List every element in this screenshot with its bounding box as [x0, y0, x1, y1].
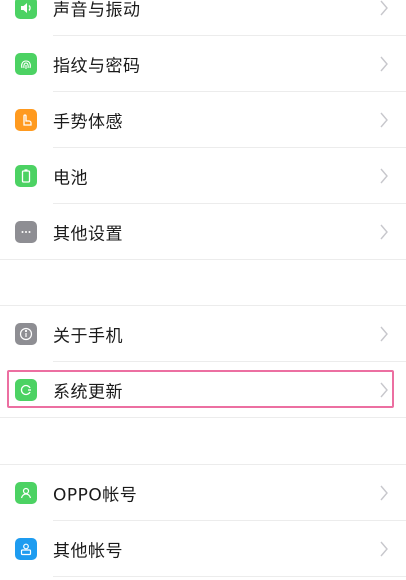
- settings-item-label: 指纹与密码: [53, 56, 141, 77]
- settings-item-label: OPPO帐号: [53, 485, 138, 506]
- more-dots-icon: [15, 221, 37, 243]
- settings-item-fingerprint-password[interactable]: 指纹与密码: [0, 36, 406, 92]
- settings-item-label: 其他设置: [53, 224, 123, 245]
- section-divider: [0, 417, 406, 418]
- fingerprint-icon: [15, 53, 37, 75]
- battery-icon: [15, 165, 37, 187]
- system-update-icon: [15, 379, 37, 401]
- hand-gesture-icon: [15, 109, 37, 131]
- chevron-right-icon: [380, 382, 388, 398]
- section-divider: [0, 259, 406, 260]
- other-accounts-icon: [15, 538, 37, 560]
- chevron-right-icon: [380, 0, 388, 16]
- settings-item-label: 其他帐号: [53, 541, 123, 562]
- chevron-right-icon: [380, 224, 388, 240]
- info-icon: [15, 323, 37, 345]
- chevron-right-icon: [380, 112, 388, 128]
- settings-item-about-phone[interactable]: 关于手机: [0, 306, 406, 362]
- settings-item-gestures[interactable]: 手势体感: [0, 92, 406, 148]
- settings-item-oppo-account[interactable]: OPPO帐号: [0, 465, 406, 521]
- settings-item-other-settings[interactable]: 其他设置: [0, 204, 406, 260]
- settings-item-label: 电池: [53, 168, 88, 189]
- settings-item-sound-vibration[interactable]: 声音与振动: [0, 0, 406, 36]
- chevron-right-icon: [380, 168, 388, 184]
- settings-item-label: 系统更新: [53, 382, 123, 403]
- chevron-right-icon: [380, 56, 388, 72]
- speaker-icon: [15, 0, 37, 19]
- chevron-right-icon: [380, 326, 388, 342]
- chevron-right-icon: [380, 541, 388, 557]
- settings-item-system-update[interactable]: 系统更新: [0, 362, 406, 418]
- settings-item-label: 关于手机: [53, 326, 123, 347]
- divider: [53, 576, 406, 577]
- settings-item-label: 声音与振动: [53, 0, 141, 21]
- account-person-icon: [15, 482, 37, 504]
- settings-item-battery[interactable]: 电池: [0, 148, 406, 204]
- settings-item-other-accounts[interactable]: 其他帐号: [0, 521, 406, 577]
- settings-item-label: 手势体感: [53, 112, 123, 133]
- chevron-right-icon: [380, 485, 388, 501]
